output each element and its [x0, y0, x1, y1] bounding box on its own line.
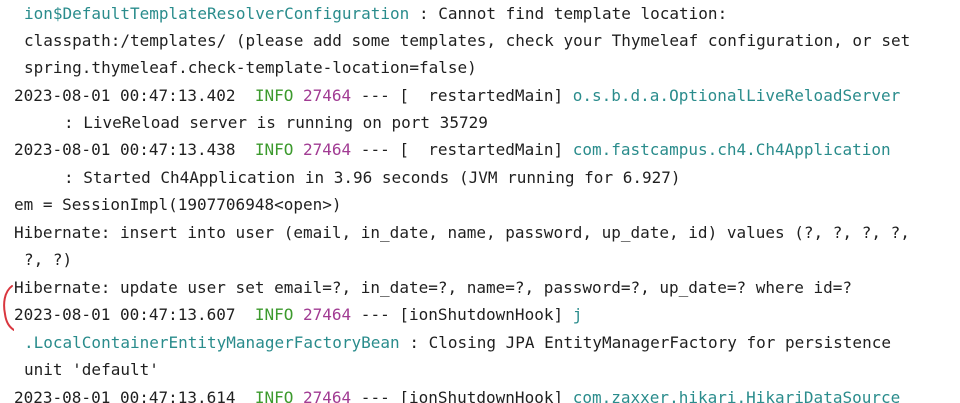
logger-name[interactable]: com.zaxxer.hikari.HikariDataSource [573, 388, 901, 403]
console-output: ion$DefaultTemplateResolverConfiguration… [0, 0, 960, 403]
log-level: INFO [254, 305, 294, 324]
logger-name[interactable]: com.fastcampus.ch4.Ch4Application [573, 140, 891, 159]
console-line: unit 'default' [24, 360, 159, 380]
log-level: INFO [254, 86, 294, 105]
log-level: INFO [254, 388, 294, 403]
log-message: Hibernate: update user set email=?, in_d… [14, 278, 853, 297]
log-bracket: ] [553, 86, 573, 105]
log-pid: 27464 [303, 388, 352, 403]
console-line: : Started Ch4Application in 3.96 seconds… [64, 168, 681, 188]
console-line: classpath:/templates/ (please add some t… [24, 31, 910, 51]
log-message: classpath:/templates/ (please add some t… [24, 31, 911, 50]
log-timestamp: 2023-08-01 00:47:13.402 [14, 86, 236, 105]
log-message: : Closing JPA EntityManagerFactory for p… [399, 333, 891, 352]
log-timestamp: 2023-08-01 00:47:13.607 [14, 305, 236, 324]
log-bracket: ] [553, 305, 573, 324]
log-separator: --- [ [351, 86, 409, 105]
console-line: spring.thymeleaf.check-template-location… [24, 58, 477, 78]
log-separator: --- [ [351, 140, 409, 159]
log-message: Hibernate: insert into user (email, in_d… [14, 223, 910, 242]
log-thread: restartedMain [408, 86, 554, 105]
log-entry: 2023-08-01 00:47:13.402 INFO 27464 --- [… [14, 86, 900, 106]
log-thread: ionShutdownHook [408, 388, 554, 403]
log-bracket: ] [553, 388, 573, 403]
console-line: Hibernate: update user set email=?, in_d… [14, 278, 852, 298]
log-message: : Cannot find template location: [409, 4, 728, 23]
log-thread: restartedMain [408, 140, 554, 159]
log-entry: 2023-08-01 00:47:13.607 INFO 27464 --- [… [14, 305, 582, 325]
log-message: : LiveReload server is running on port 3… [64, 113, 488, 132]
log-pid: 27464 [303, 305, 352, 324]
log-message: ?, ?) [24, 250, 73, 269]
log-message: : Started Ch4Application in 3.96 seconds… [64, 168, 681, 187]
log-message: em = SessionImpl(1907706948<open>) [14, 195, 342, 214]
console-line: Hibernate: insert into user (email, in_d… [14, 223, 910, 243]
log-separator: --- [ [351, 305, 409, 324]
log-message: unit 'default' [24, 360, 159, 379]
log-pid: 27464 [303, 86, 352, 105]
logger-name[interactable]: o.s.b.d.a.OptionalLiveReloadServer [573, 86, 901, 105]
log-entry: 2023-08-01 00:47:13.614 INFO 27464 --- [… [14, 388, 900, 403]
logger-name[interactable]: j [573, 305, 583, 324]
console-line: ?, ?) [24, 250, 72, 270]
log-entry: 2023-08-01 00:47:13.438 INFO 27464 --- [… [14, 140, 891, 160]
log-level: INFO [254, 140, 294, 159]
red-bracket-annotation [3, 285, 14, 331]
log-separator: --- [ [351, 388, 409, 403]
logger-name: ion$DefaultTemplateResolverConfiguration [24, 4, 410, 23]
logger-name[interactable]: .LocalContainerEntityManagerFactoryBean [24, 333, 400, 352]
log-bracket: ] [553, 140, 573, 159]
console-line: : LiveReload server is running on port 3… [64, 113, 488, 133]
log-pid: 27464 [303, 140, 352, 159]
log-timestamp: 2023-08-01 00:47:13.614 [14, 388, 236, 403]
log-timestamp: 2023-08-01 00:47:13.438 [14, 140, 236, 159]
log-message: spring.thymeleaf.check-template-location… [24, 58, 477, 77]
console-line: ion$DefaultTemplateResolverConfiguration… [24, 4, 727, 24]
log-thread: ionShutdownHook [408, 305, 554, 324]
console-line: .LocalContainerEntityManagerFactoryBean … [24, 333, 891, 353]
console-line: em = SessionImpl(1907706948<open>) [14, 195, 342, 215]
